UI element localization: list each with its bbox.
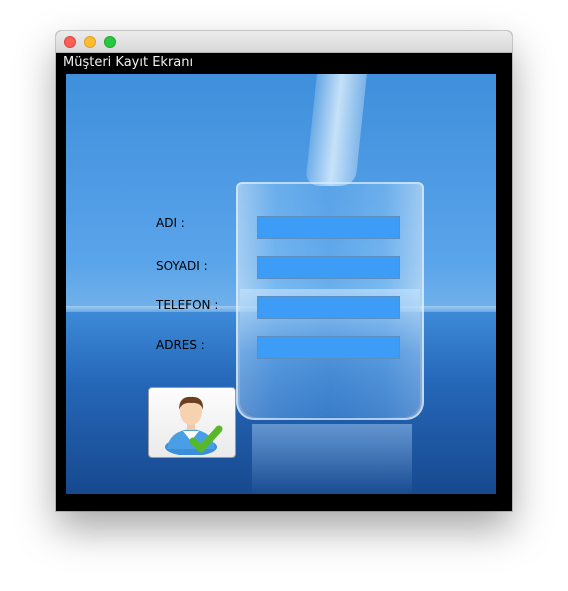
user-check-icon — [165, 396, 223, 455]
label-telefon: TELEFON : — [156, 298, 219, 312]
maximize-window-button[interactable] — [104, 36, 116, 48]
title-bar[interactable] — [56, 31, 512, 53]
soyadi-input[interactable] — [257, 256, 400, 279]
form-panel: ADI : SOYADI : TELEFON : ADRES : — [66, 74, 496, 494]
minimize-window-button[interactable] — [84, 36, 96, 48]
window-title: Müşteri Kayıt Ekranı — [63, 55, 194, 70]
label-adres: ADRES : — [156, 338, 205, 352]
close-window-button[interactable] — [64, 36, 76, 48]
background-water-stream — [305, 74, 367, 186]
save-customer-button[interactable] — [148, 387, 236, 458]
app-window: Müşteri Kayıt Ekranı ADI : SOYADI : TELE… — [56, 31, 512, 511]
background-reflection — [252, 424, 412, 494]
adi-input[interactable] — [257, 216, 400, 239]
label-adi: ADI : — [156, 216, 185, 230]
telefon-input[interactable] — [257, 296, 400, 319]
adres-input[interactable] — [257, 336, 400, 359]
label-soyadi: SOYADI : — [156, 259, 208, 273]
